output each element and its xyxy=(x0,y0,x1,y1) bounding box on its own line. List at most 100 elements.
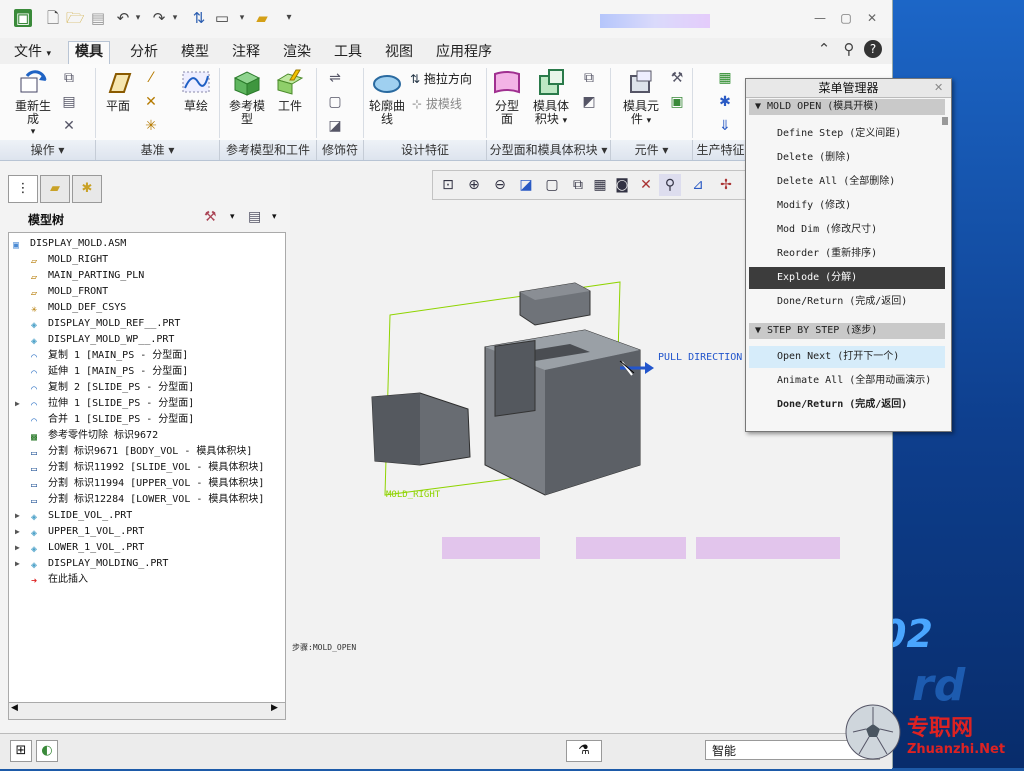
csys-display-icon[interactable]: ✢ xyxy=(715,174,737,196)
copy-icon[interactable]: ⧉ xyxy=(60,70,78,86)
expand-icon[interactable]: ▶ xyxy=(15,396,20,412)
menu-item[interactable]: Explode (分解) xyxy=(749,267,945,289)
more-icon[interactable]: ▾ xyxy=(280,9,298,27)
tree-item[interactable]: ➜ 在此插入 xyxy=(31,572,88,588)
maximize-icon[interactable]: ▢ xyxy=(838,11,854,25)
tree-item[interactable]: ▭ 分割 标识11992 [SLIDE_VOL - 模具体积块] xyxy=(31,460,264,476)
menu-manager-close-icon[interactable]: ✕ xyxy=(934,81,943,94)
saved-views-icon[interactable]: ⧉ xyxy=(567,174,589,196)
tab-tools[interactable]: 工具 xyxy=(328,42,368,63)
repaint-icon[interactable]: ◪ xyxy=(515,174,537,196)
tree-item[interactable]: ◠ 复制 1 [MAIN_PS - 分型面] xyxy=(31,348,188,364)
ejector-icon[interactable]: ⇓ xyxy=(716,118,734,134)
tree-item[interactable]: ▩ 参考零件切除 标识9672 xyxy=(31,428,158,444)
scroll-right-icon[interactable]: ▶ xyxy=(271,703,278,713)
folder-icon[interactable]: ▰ xyxy=(253,9,271,27)
menu-item[interactable]: Open Next (打开下一个) xyxy=(749,346,945,368)
menu-item[interactable]: Animate All (全部用动画演示) xyxy=(749,370,945,392)
chevron-down-icon[interactable]: ▾ xyxy=(230,212,235,222)
window-icon[interactable]: ▭ xyxy=(213,9,231,27)
zoom-in-icon[interactable]: ⊕ xyxy=(463,174,485,196)
tree-item[interactable]: ◈ DISPLAY_MOLD_WP__.PRT xyxy=(31,332,174,348)
tree-item[interactable]: ▣ DISPLAY_MOLD.ASM xyxy=(13,236,126,252)
minimize-icon[interactable]: — xyxy=(812,11,828,25)
menu-item[interactable]: Done/Return (完成/返回) xyxy=(749,394,945,416)
axis-icon[interactable]: ⁄ xyxy=(142,70,160,86)
save-icon[interactable]: ▤ xyxy=(89,9,107,27)
regenerate-button[interactable]: 重新生成 ▾ xyxy=(10,68,56,139)
collapse-ribbon-icon[interactable]: ⌃ xyxy=(815,40,833,58)
shrink-icon[interactable]: ▢ xyxy=(326,94,344,110)
tree-item[interactable]: ▱ MOLD_FRONT xyxy=(31,284,108,300)
tree-settings-icon[interactable]: ⚒ xyxy=(204,209,217,225)
browser-toggle-icon[interactable]: ◐ xyxy=(36,740,58,762)
find-icon[interactable]: ⚗ xyxy=(566,740,602,762)
menu-item[interactable]: Modify (修改) xyxy=(749,195,945,217)
group-parting-volume[interactable]: 分型面和模具体积块 ▾ xyxy=(487,140,611,160)
regenerate-icon[interactable]: ⇅ xyxy=(190,9,208,27)
expand-icon[interactable]: ▶ xyxy=(15,508,20,524)
tab-model[interactable]: 模型 xyxy=(175,42,215,63)
tree-item[interactable]: ▶ ◈ LOWER_1_VOL_.PRT xyxy=(15,540,144,556)
open-icon[interactable]: 🗁 xyxy=(66,9,85,27)
menu-item[interactable]: Delete All (全部删除) xyxy=(749,171,945,193)
tree-display-icon[interactable]: ▤ xyxy=(248,209,261,225)
waterline-icon[interactable]: ✱ xyxy=(716,94,734,110)
tab-annotate[interactable]: 注释 xyxy=(226,42,266,63)
mold-component-button[interactable]: 模具元件 ▾ xyxy=(618,68,664,128)
search-icon[interactable]: ⚲ xyxy=(840,40,858,58)
expand-icon[interactable]: ▶ xyxy=(15,524,20,540)
tree-item[interactable]: ◠ 延伸 1 [MAIN_PS - 分型面] xyxy=(31,364,188,380)
close-icon[interactable]: ✕ xyxy=(864,11,880,25)
tab-render[interactable]: 渲染 xyxy=(277,42,317,63)
tree-item[interactable]: ◈ DISPLAY_MOLD_REF__.PRT xyxy=(31,316,180,332)
delete-icon[interactable]: ✕ xyxy=(60,118,78,134)
tree-item[interactable]: ▭ 分割 标识11994 [UPPER_VOL - 模具体积块] xyxy=(31,476,264,492)
runner-icon[interactable]: ▦ xyxy=(716,70,734,86)
reference-model-button[interactable]: 参考模型 xyxy=(224,68,270,126)
tree-item[interactable]: ▱ MOLD_RIGHT xyxy=(31,252,108,268)
app-icon[interactable]: ▣ xyxy=(14,9,32,27)
menu-item[interactable]: Reorder (重新排序) xyxy=(749,243,945,265)
sketch-button[interactable]: 草绘 xyxy=(176,68,216,113)
expand-icon[interactable]: ▶ xyxy=(15,556,20,572)
menu-item[interactable]: Mod Dim (修改尺寸) xyxy=(749,219,945,241)
tree-item[interactable]: ◠ 合并 1 [SLIDE_PS - 分型面] xyxy=(31,412,194,428)
tab-analysis[interactable]: 分析 xyxy=(124,42,164,63)
contour-curve-button[interactable]: 轮廓曲线 xyxy=(368,68,406,126)
group-components[interactable]: 元件 ▾ xyxy=(611,140,693,160)
annotation-display-icon[interactable]: ⊿ xyxy=(687,174,709,196)
display-style-icon[interactable]: ▢ xyxy=(541,174,563,196)
cosmetic-icon[interactable]: ◪ xyxy=(326,118,344,134)
navigator-toggle-icon[interactable]: ⊞ xyxy=(10,740,32,762)
volume-edit-icon[interactable]: ◩ xyxy=(580,94,598,110)
tree-item[interactable]: ▱ MAIN_PARTING_PLN xyxy=(31,268,144,284)
chevron-down-icon[interactable]: ▾ xyxy=(272,212,277,222)
tree-item[interactable]: ▶ ◈ DISPLAY_MOLDING_.PRT xyxy=(15,556,168,572)
new-icon[interactable]: 🗋 xyxy=(44,9,62,27)
model-tree-tab-icon[interactable]: ⋮ xyxy=(8,175,38,203)
datum-display-icon[interactable]: ✕ xyxy=(635,174,657,196)
mold-volume-button[interactable]: 模具体积块 ▾ xyxy=(528,68,574,128)
parting-surface-button[interactable]: 分型面 xyxy=(490,68,524,126)
drag-direction-button[interactable]: ⇅ 拖拉方向 xyxy=(410,70,472,87)
zoom-out-icon[interactable]: ⊖ xyxy=(489,174,511,196)
tree-item[interactable]: ▭ 分割 标识12284 [LOWER_VOL - 模具体积块] xyxy=(31,492,264,508)
tab-view[interactable]: 视图 xyxy=(379,42,419,63)
undo-dropdown-icon[interactable]: ▾ xyxy=(129,9,147,27)
spin-center-icon[interactable]: ⚲ xyxy=(659,174,681,196)
component-op-icon[interactable]: ⚒ xyxy=(668,70,686,86)
menu-item[interactable]: Done/Return (完成/返回) xyxy=(749,291,945,313)
point-icon[interactable]: ✕ xyxy=(142,94,160,110)
tree-item[interactable]: ▶ ◠ 拉伸 1 [SLIDE_PS - 分型面] xyxy=(15,396,194,412)
cast-icon[interactable]: ▣ xyxy=(668,94,686,110)
workpiece-button[interactable]: 工件 xyxy=(272,68,308,113)
csys-icon[interactable]: ✳ xyxy=(142,118,160,134)
tree-item[interactable]: ◠ 复制 2 [SLIDE_PS - 分型面] xyxy=(31,380,194,396)
tab-applications[interactable]: 应用程序 xyxy=(430,42,498,63)
menu-item[interactable]: Define Step (定义间距) xyxy=(749,123,945,145)
paste-icon[interactable]: ▤ xyxy=(60,94,78,110)
split-icon[interactable]: ⧉ xyxy=(580,70,598,86)
refit-icon[interactable]: ⊡ xyxy=(437,174,459,196)
expand-icon[interactable]: ▶ xyxy=(15,540,20,556)
